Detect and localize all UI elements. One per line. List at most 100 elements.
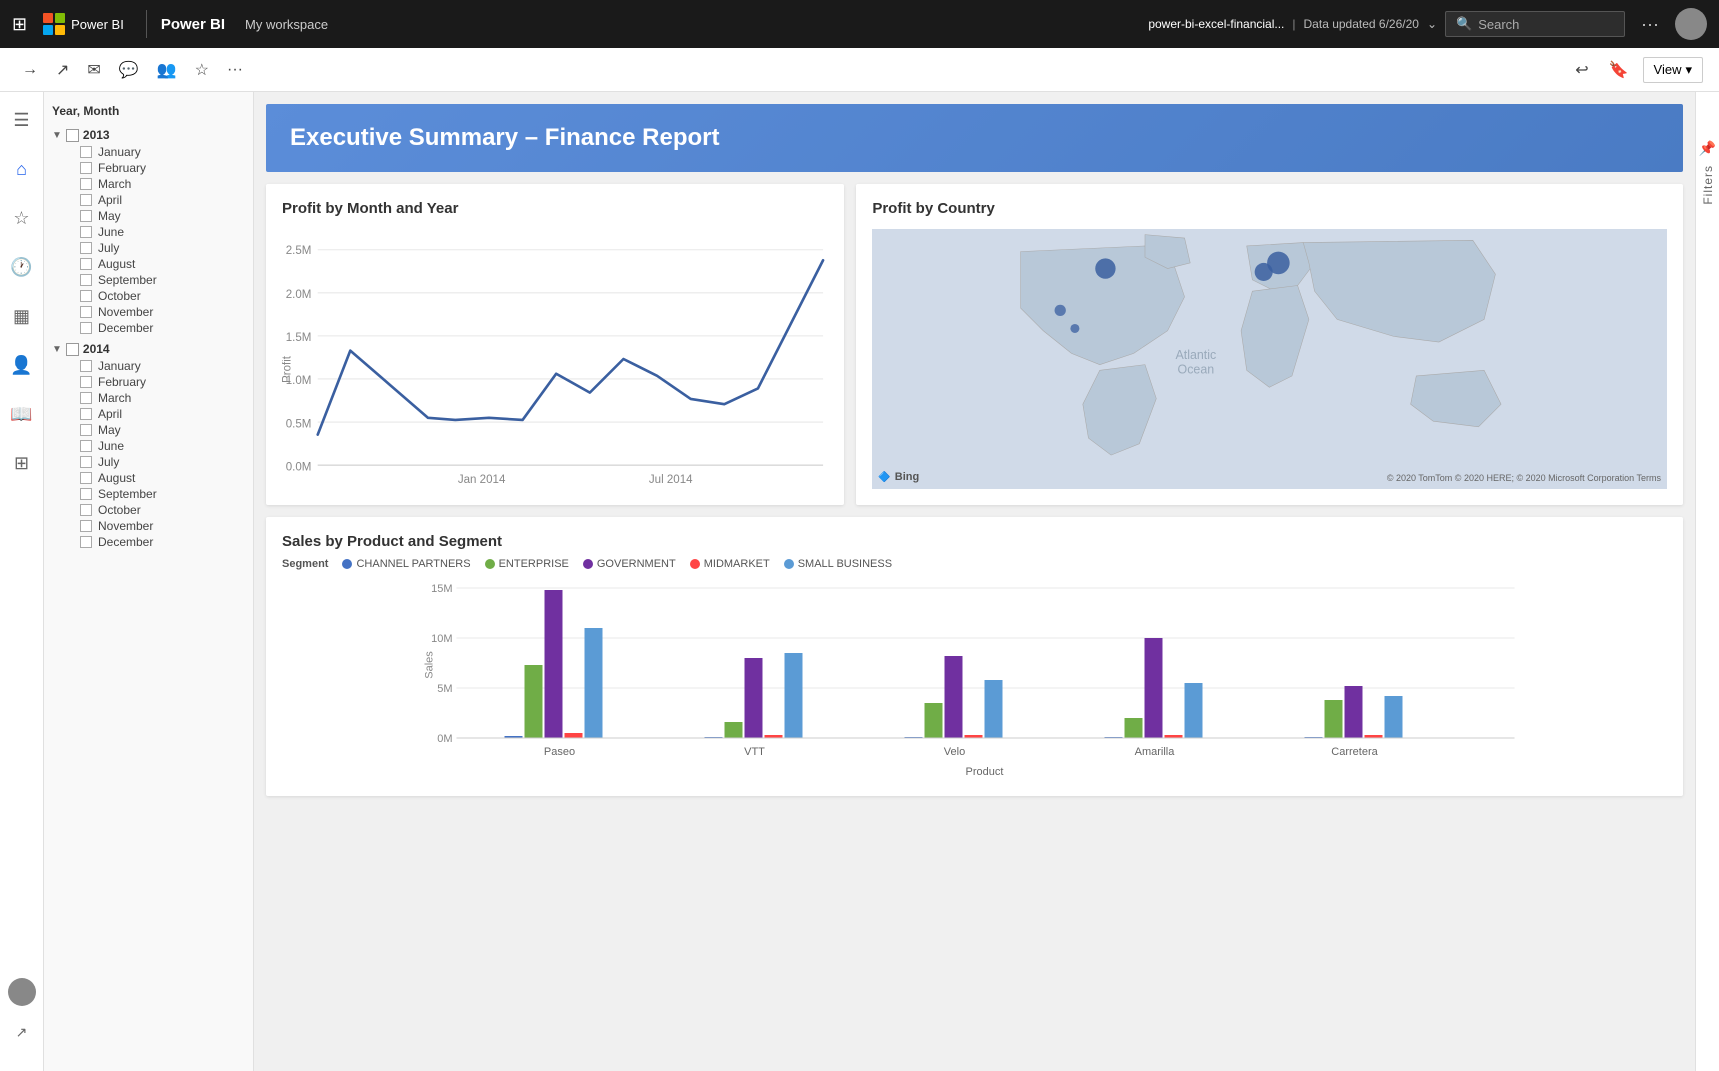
tree-month-may-2013[interactable]: May [80, 208, 245, 224]
month-checkbox[interactable] [80, 178, 92, 190]
month-checkbox[interactable] [80, 520, 92, 532]
tree-month-march-2014[interactable]: March [80, 390, 245, 406]
bar[interactable] [725, 722, 743, 738]
tree-month-january-2013[interactable]: January [80, 144, 245, 160]
bar[interactable] [945, 656, 963, 738]
month-checkbox[interactable] [80, 226, 92, 238]
search-box[interactable]: 🔍 [1445, 11, 1625, 37]
month-checkbox[interactable] [80, 536, 92, 548]
tree-month-december-2013[interactable]: December [80, 320, 245, 336]
star-icon[interactable]: ☆ [7, 202, 35, 235]
month-label: January [98, 145, 141, 159]
tree-month-march-2013[interactable]: March [80, 176, 245, 192]
workspace-label[interactable]: My workspace [245, 17, 328, 32]
pin-icon[interactable]: 📌 [1699, 140, 1716, 157]
month-checkbox[interactable] [80, 162, 92, 174]
teams-icon[interactable]: 👥 [151, 56, 183, 84]
tree-year-label-2014[interactable]: ▼2014 [52, 340, 245, 358]
tree-month-july-2014[interactable]: July [80, 454, 245, 470]
filters-label[interactable]: Filters [1701, 165, 1715, 205]
tree-month-october-2014[interactable]: October [80, 502, 245, 518]
home-icon[interactable]: ⌂ [10, 153, 33, 186]
month-checkbox[interactable] [80, 376, 92, 388]
back-icon[interactable]: → [16, 57, 44, 83]
bar[interactable] [525, 665, 543, 738]
view-button[interactable]: View ▾ [1643, 57, 1703, 83]
bar[interactable] [545, 590, 563, 738]
logo-red [43, 13, 53, 23]
tree-month-january-2014[interactable]: January [80, 358, 245, 374]
expand-icon[interactable]: ↗ [10, 1018, 34, 1047]
book-icon[interactable]: 📖 [4, 398, 38, 431]
people-icon[interactable]: 👤 [4, 349, 38, 382]
year-checkbox[interactable] [66, 343, 79, 356]
clock-icon[interactable]: 🕐 [4, 251, 38, 284]
month-checkbox[interactable] [80, 504, 92, 516]
month-checkbox[interactable] [80, 290, 92, 302]
month-checkbox[interactable] [80, 408, 92, 420]
bar[interactable] [785, 653, 803, 738]
tree-month-february-2014[interactable]: February [80, 374, 245, 390]
tree-year-label-2013[interactable]: ▼2013 [52, 126, 245, 144]
bar[interactable] [745, 658, 763, 738]
month-checkbox[interactable] [80, 210, 92, 222]
share-icon[interactable]: ↗ [50, 56, 75, 84]
search-input[interactable] [1478, 17, 1598, 32]
month-checkbox[interactable] [80, 360, 92, 372]
month-checkbox[interactable] [80, 322, 92, 334]
month-checkbox[interactable] [80, 274, 92, 286]
more-options-icon[interactable]: ··· [1641, 14, 1659, 35]
tree-month-september-2014[interactable]: September [80, 486, 245, 502]
top-navigation: ⊞ Power BI Power BI My workspace power-b… [0, 0, 1719, 48]
month-checkbox[interactable] [80, 194, 92, 206]
bookmark-icon[interactable]: ☆ [189, 56, 215, 84]
month-checkbox[interactable] [80, 306, 92, 318]
month-checkbox[interactable] [80, 242, 92, 254]
tree-month-june-2014[interactable]: June [80, 438, 245, 454]
tree-month-november-2013[interactable]: November [80, 304, 245, 320]
tree-month-october-2013[interactable]: October [80, 288, 245, 304]
bar[interactable] [585, 628, 603, 738]
month-checkbox[interactable] [80, 472, 92, 484]
month-checkbox[interactable] [80, 488, 92, 500]
bar[interactable] [1185, 683, 1203, 738]
bar[interactable] [1125, 718, 1143, 738]
email-icon[interactable]: ✉ [81, 56, 106, 84]
month-checkbox[interactable] [80, 456, 92, 468]
bar[interactable] [1325, 700, 1343, 738]
more-icon[interactable]: ··· [221, 57, 249, 83]
tree-month-april-2013[interactable]: April [80, 192, 245, 208]
hamburger-menu-icon[interactable]: ☰ [7, 104, 35, 137]
month-checkbox[interactable] [80, 440, 92, 452]
tree-month-august-2014[interactable]: August [80, 470, 245, 486]
tree-month-july-2013[interactable]: July [80, 240, 245, 256]
bar[interactable] [985, 680, 1003, 738]
tree-month-june-2013[interactable]: June [80, 224, 245, 240]
tree-month-august-2013[interactable]: August [80, 256, 245, 272]
chevron-down-icon[interactable]: ⌄ [1427, 17, 1437, 31]
tree-month-november-2014[interactable]: November [80, 518, 245, 534]
year-checkbox[interactable] [66, 129, 79, 142]
apps-icon[interactable]: ⊞ [8, 447, 35, 480]
bar[interactable] [925, 703, 943, 738]
tree-month-september-2013[interactable]: September [80, 272, 245, 288]
bar[interactable] [1145, 638, 1163, 738]
month-checkbox[interactable] [80, 424, 92, 436]
undo-icon[interactable]: ↩ [1569, 56, 1594, 84]
tree-month-may-2014[interactable]: May [80, 422, 245, 438]
user-avatar[interactable] [8, 978, 36, 1006]
avatar[interactable] [1675, 8, 1707, 40]
tree-month-december-2014[interactable]: December [80, 534, 245, 550]
bar[interactable] [1345, 686, 1363, 738]
bookmarks-icon[interactable]: 🔖 [1603, 56, 1635, 84]
month-checkbox[interactable] [80, 146, 92, 158]
grid-menu-icon[interactable]: ⊞ [12, 14, 27, 35]
chat-icon[interactable]: 💬 [113, 56, 145, 84]
bar[interactable] [1385, 696, 1403, 738]
dashboard-icon[interactable]: ▦ [7, 300, 36, 333]
month-checkbox[interactable] [80, 258, 92, 270]
month-checkbox[interactable] [80, 392, 92, 404]
tree-month-april-2014[interactable]: April [80, 406, 245, 422]
tree-month-february-2013[interactable]: February [80, 160, 245, 176]
bar[interactable] [565, 733, 583, 738]
